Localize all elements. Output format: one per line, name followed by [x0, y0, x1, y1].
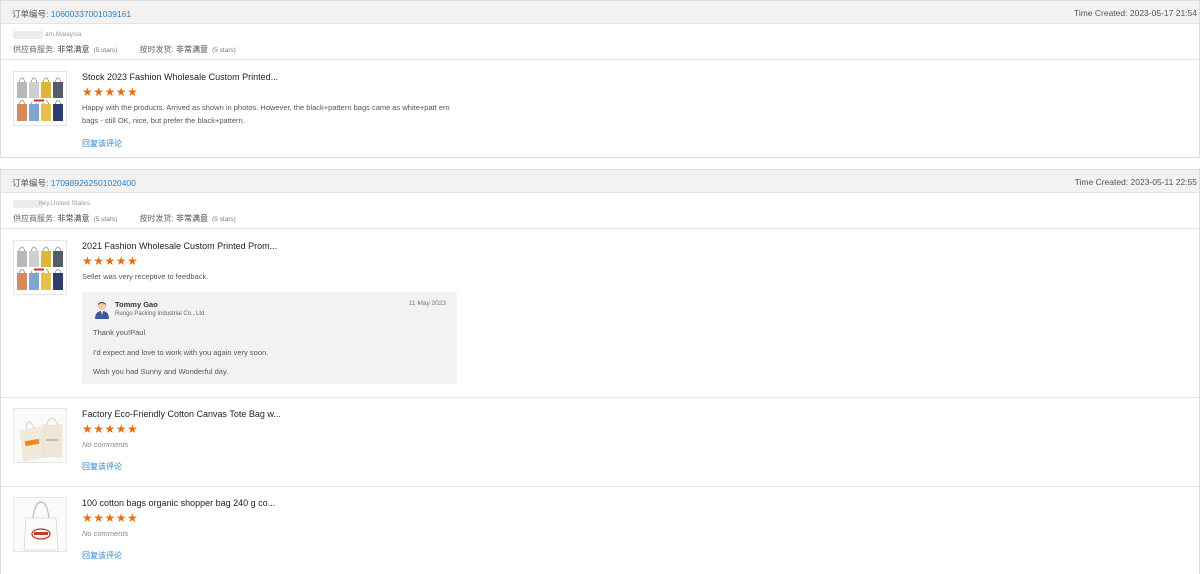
shipping-label: 按时发货: — [139, 45, 174, 54]
buyer-info: am,Malaysia 供应商服务: 非常满意 (5 stars) 按时发货: 非… — [1, 24, 1199, 60]
reply-author-name: Tommy Gao — [115, 300, 158, 309]
star-rating: ★★★★★ — [82, 254, 139, 268]
product-title[interactable]: 100 cotton bags organic shopper bag 240 … — [82, 498, 275, 508]
product-thumbnail[interactable] — [13, 497, 67, 552]
star-rating: ★★★★★ — [82, 511, 139, 525]
order-number-label: 订单编号: — [12, 9, 49, 19]
supplier-service-label: 供应商服务: — [13, 45, 56, 54]
order-number-link[interactable]: 10600337001039161 — [51, 9, 131, 19]
product-title[interactable]: 2021 Fashion Wholesale Custom Printed Pr… — [82, 241, 277, 251]
tote-bags-image — [17, 246, 63, 290]
review-comment: Happy with the products. Arrived as show… — [82, 103, 450, 125]
reply-line: I'd expect and love to work with you aga… — [93, 348, 269, 357]
review-item: Stock 2023 Fashion Wholesale Custom Prin… — [1, 61, 1199, 158]
reply-to-review-link[interactable]: 回复该评论 — [82, 461, 122, 472]
review-item: Factory Eco-Friendly Cotton Canvas Tote … — [1, 398, 1199, 487]
no-comments-text: No comments — [82, 440, 129, 449]
star-rating: ★★★★★ — [82, 422, 139, 436]
time-label: Time Created: — [1074, 177, 1129, 187]
time-label: Time Created: — [1073, 8, 1128, 18]
shopper-bag-image — [14, 498, 66, 551]
order-number: 订单编号: 10600337001039161 — [12, 8, 131, 20]
product-thumbnail[interactable] — [13, 71, 67, 126]
shipping-label: 按时发货: — [139, 214, 174, 223]
buyer-location: am,Malaysia — [45, 31, 82, 38]
shipping-value: 非常满意 — [176, 214, 209, 223]
supplier-ratings: 供应商服务: 非常满意 (5 stars) 按时发货: 非常满意 (5 stars) — [13, 213, 256, 224]
buyer-info: ney,United States 供应商服务: 非常满意 (5 stars) 按… — [1, 193, 1199, 229]
reply-to-review-link[interactable]: 回复该评论 — [82, 138, 122, 149]
buyer-location: ney,United States — [39, 200, 90, 207]
no-comments-text: No comments — [82, 529, 129, 538]
order-number-link[interactable]: 170989262501020400 — [51, 178, 136, 188]
reply-line: Wish you had Sunny and Wonderful day. — [93, 367, 229, 376]
rating-scale: (5 stars) — [93, 216, 118, 223]
shipping-value: 非常满意 — [176, 45, 209, 54]
order-time: Time Created: 2023-05-17 21:54 — [1074, 8, 1197, 18]
order-number-label: 订单编号: — [12, 178, 49, 188]
reply-line: Thank you!Paul — [93, 328, 146, 337]
product-thumbnail[interactable] — [13, 240, 67, 295]
reply-to-review-link[interactable]: 回复该评论 — [82, 550, 122, 561]
review-item: 2021 Fashion Wholesale Custom Printed Pr… — [1, 230, 1199, 398]
order-card: 订单编号: 10600337001039161 Time Created: 20… — [0, 0, 1200, 158]
order-time: Time Created: 2023-05-11 22:55 — [1075, 177, 1197, 187]
product-title[interactable]: Stock 2023 Fashion Wholesale Custom Prin… — [82, 72, 278, 82]
rating-scale: (5 stars) — [93, 47, 118, 54]
review-item: 100 cotton bags organic shopper bag 240 … — [1, 487, 1199, 574]
review-comment: Seller was very receptive to feedback. — [82, 272, 209, 281]
canvas-tote-image — [14, 409, 66, 462]
star-rating: ★★★★★ — [82, 85, 139, 99]
buyer-name-redacted — [13, 31, 43, 39]
supplier-ratings: 供应商服务: 非常满意 (5 stars) 按时发货: 非常满意 (5 stars) — [13, 44, 256, 55]
product-thumbnail[interactable] — [13, 408, 67, 463]
supplier-service-label: 供应商服务: — [13, 214, 56, 223]
supplier-service-value: 非常满意 — [57, 45, 90, 54]
rating-scale: (5 stars) — [212, 216, 236, 223]
time-value: 2023-05-17 21:54 — [1129, 8, 1197, 18]
tote-bags-image — [17, 77, 63, 121]
order-card: 订单编号: 170989262501020400 Time Created: 2… — [0, 169, 1200, 574]
order-number: 订单编号: 170989262501020400 — [12, 177, 136, 189]
supplier-service-value: 非常满意 — [57, 214, 90, 223]
reply-company: Rungo Packing Industrial Co., Ltd. — [115, 311, 207, 317]
product-title[interactable]: Factory Eco-Friendly Cotton Canvas Tote … — [82, 409, 281, 419]
reply-date: 11 May 2023 — [408, 300, 446, 307]
seller-avatar — [95, 302, 109, 319]
time-value: 2023-05-11 22:55 — [1130, 177, 1197, 187]
order-header: 订单编号: 10600337001039161 Time Created: 20… — [1, 1, 1199, 24]
order-header: 订单编号: 170989262501020400 Time Created: 2… — [1, 170, 1199, 193]
seller-reply: Tommy Gao Rungo Packing Industrial Co., … — [82, 292, 457, 384]
rating-scale: (5 stars) — [212, 47, 236, 54]
